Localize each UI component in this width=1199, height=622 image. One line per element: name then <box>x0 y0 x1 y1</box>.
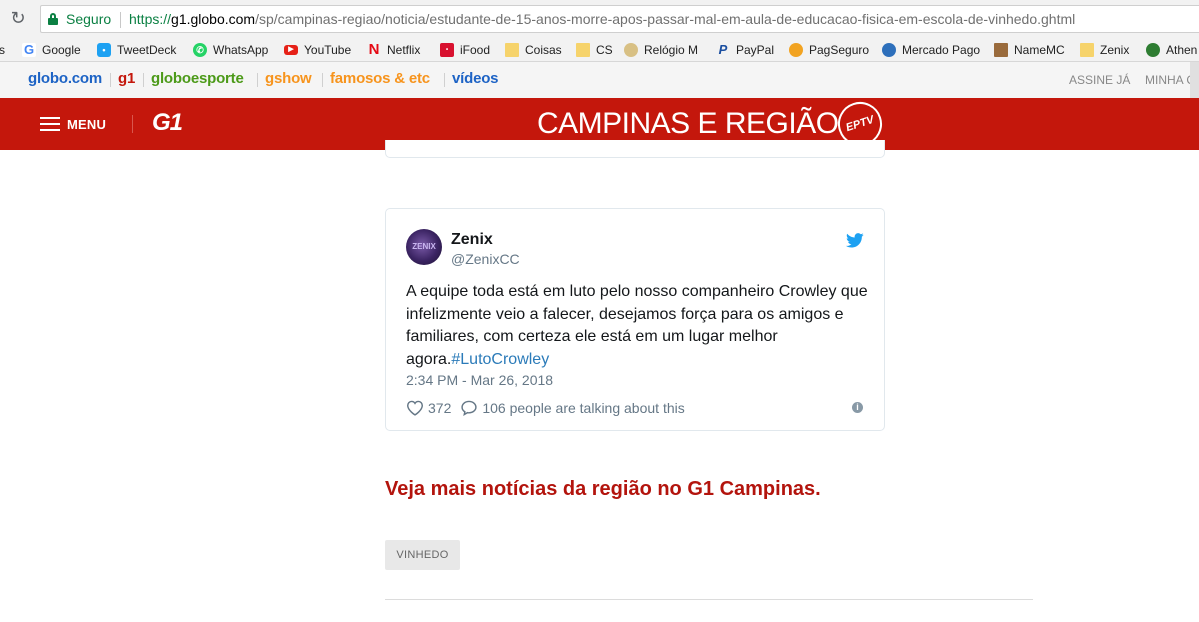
paypal-icon: P <box>718 42 728 57</box>
scrollbar[interactable] <box>1190 62 1199 98</box>
bookmark-coisas[interactable]: Coisas <box>505 38 562 61</box>
bookmark-cs[interactable]: CS <box>576 38 613 61</box>
hamburger-icon <box>40 117 60 131</box>
bookmark-label: s <box>0 39 5 61</box>
reload-icon[interactable]: ↻ <box>6 8 30 30</box>
url-path: /sp/campinas-regiao/noticia/estudante-de… <box>255 11 1076 27</box>
menu-button[interactable]: MENU <box>40 114 106 134</box>
bookmark-paypal[interactable]: P PayPal <box>716 38 775 61</box>
section-divider <box>385 599 1033 600</box>
whatsapp-icon: ✆ <box>193 43 207 57</box>
menu-label: MENU <box>67 116 107 132</box>
url-scheme: https:// <box>129 11 172 27</box>
folder-icon <box>505 43 519 57</box>
lock-icon <box>48 13 58 25</box>
bookmark-label: Mercado Pago <box>902 43 981 57</box>
more-news-link[interactable]: Veja mais notícias da região no G1 Campi… <box>385 478 821 501</box>
bookmarks-bar: s GGoogle •TweetDeck ✆WhatsApp ▶YouTube … <box>0 38 1199 62</box>
avatar[interactable]: ZENIX <box>406 229 442 265</box>
pagseguro-icon <box>789 43 803 57</box>
tweet-author-name[interactable]: Zenix <box>451 231 493 249</box>
tweet-timestamp[interactable]: 2:34 PM - Mar 26, 2018 <box>406 372 553 388</box>
bookmark-label: Zenix <box>1100 43 1130 57</box>
subscribe-link[interactable]: ASSINE JÁ <box>1069 62 1130 98</box>
account-link[interactable]: MINHA C <box>1145 62 1195 98</box>
netflix-icon: N <box>368 41 380 58</box>
namemc-icon <box>994 43 1008 57</box>
google-icon: G <box>22 42 36 57</box>
globo-network-bar: globo.com g1 globoesporte gshow famosos … <box>0 62 1199 98</box>
bookmark-label: Coisas <box>525 43 562 57</box>
divider <box>444 73 445 87</box>
bookmark-label: NameMC <box>1014 43 1065 57</box>
talking-count[interactable]: 106 people are talking about this <box>482 400 684 416</box>
link-famosos[interactable]: famosos & etc <box>330 62 430 98</box>
omnibox-divider <box>120 12 121 28</box>
bookmark-whatsapp[interactable]: ✆ WhatsApp <box>193 38 269 61</box>
bookmark-cut[interactable]: s <box>0 38 5 61</box>
bookmark-zenix[interactable]: Zenix <box>1080 38 1130 61</box>
tweet-text: A equipe toda está em luto pelo nosso co… <box>406 281 876 371</box>
link-globo-com[interactable]: globo.com <box>28 62 102 98</box>
link-gshow[interactable]: gshow <box>265 62 312 98</box>
info-icon[interactable]: i <box>852 402 863 413</box>
heart-icon[interactable] <box>406 400 424 416</box>
bookmark-label: CS <box>596 43 613 57</box>
divider <box>110 73 111 87</box>
region-title[interactable]: CAMPINAS E REGIÃO <box>537 106 839 142</box>
tag-vinhedo[interactable]: VINHEDO <box>385 540 460 570</box>
ifood-icon: • <box>440 43 454 57</box>
folder-icon <box>576 43 590 57</box>
folder-icon <box>1080 43 1094 57</box>
tweetdeck-icon: • <box>97 43 111 57</box>
bookmark-label: Athen <box>1166 43 1198 57</box>
bookmark-label: PayPal <box>736 43 775 57</box>
bookmark-label: YouTube <box>304 43 352 57</box>
previous-embed-card <box>385 140 885 158</box>
divider <box>257 73 258 87</box>
bookmark-label: Relógio M <box>644 43 699 57</box>
comment-icon[interactable] <box>460 400 478 416</box>
divider <box>143 73 144 87</box>
mercadopago-icon <box>882 43 896 57</box>
secure-label: Seguro <box>66 11 112 27</box>
tweet-author-handle[interactable]: @ZenixCC <box>451 251 520 267</box>
bookmark-namemc[interactable]: NameMC <box>994 38 1065 61</box>
bookmark-label: Netflix <box>387 43 421 57</box>
url-host: g1.globo.com <box>171 11 256 27</box>
bookmark-netflix[interactable]: N Netflix <box>367 38 421 61</box>
bookmark-label: PagSeguro <box>809 43 870 57</box>
bookmark-label: Google <box>42 43 81 57</box>
bookmark-athena[interactable]: Athen <box>1146 38 1198 61</box>
link-globoesporte[interactable]: globoesporte <box>151 62 244 98</box>
twitter-bird-icon[interactable] <box>846 233 864 248</box>
g1-logo[interactable]: G1 <box>152 109 183 137</box>
divider <box>322 73 323 87</box>
youtube-icon: ▶ <box>284 45 298 55</box>
bookmark-label: WhatsApp <box>213 43 269 57</box>
link-g1[interactable]: g1 <box>118 62 135 98</box>
tweet-hashtag[interactable]: #LutoCrowley <box>451 351 549 368</box>
url-text[interactable]: https://g1.globo.com/sp/campinas-regiao/… <box>129 6 1075 32</box>
like-count[interactable]: 372 <box>428 400 451 416</box>
tweet-embed[interactable]: ZENIX Zenix @ZenixCC A equipe toda está … <box>385 208 885 431</box>
bookmark-ifood[interactable]: • iFood <box>440 38 491 61</box>
clock-icon <box>624 43 638 57</box>
tweet-actions: 372 106 people are talking about this <box>406 399 685 417</box>
link-videos[interactable]: vídeos <box>452 62 499 98</box>
bookmark-relogio[interactable]: Relógio M <box>624 38 699 61</box>
browser-toolbar: ↻ Seguro https://g1.globo.com/sp/campina… <box>0 0 1199 38</box>
bookmark-label: TweetDeck <box>117 43 177 57</box>
bookmark-google[interactable]: G Google <box>22 38 81 61</box>
bookmark-mercadopago[interactable]: Mercado Pago <box>882 38 981 61</box>
bookmark-label: iFood <box>460 43 491 57</box>
athena-icon <box>1146 43 1160 57</box>
header-divider <box>132 115 133 133</box>
address-bar[interactable]: Seguro https://g1.globo.com/sp/campinas-… <box>40 5 1199 33</box>
bookmark-pagseguro[interactable]: PagSeguro <box>789 38 870 61</box>
bookmark-tweetdeck[interactable]: • TweetDeck <box>97 38 177 61</box>
bookmark-youtube[interactable]: ▶ YouTube <box>284 38 352 61</box>
